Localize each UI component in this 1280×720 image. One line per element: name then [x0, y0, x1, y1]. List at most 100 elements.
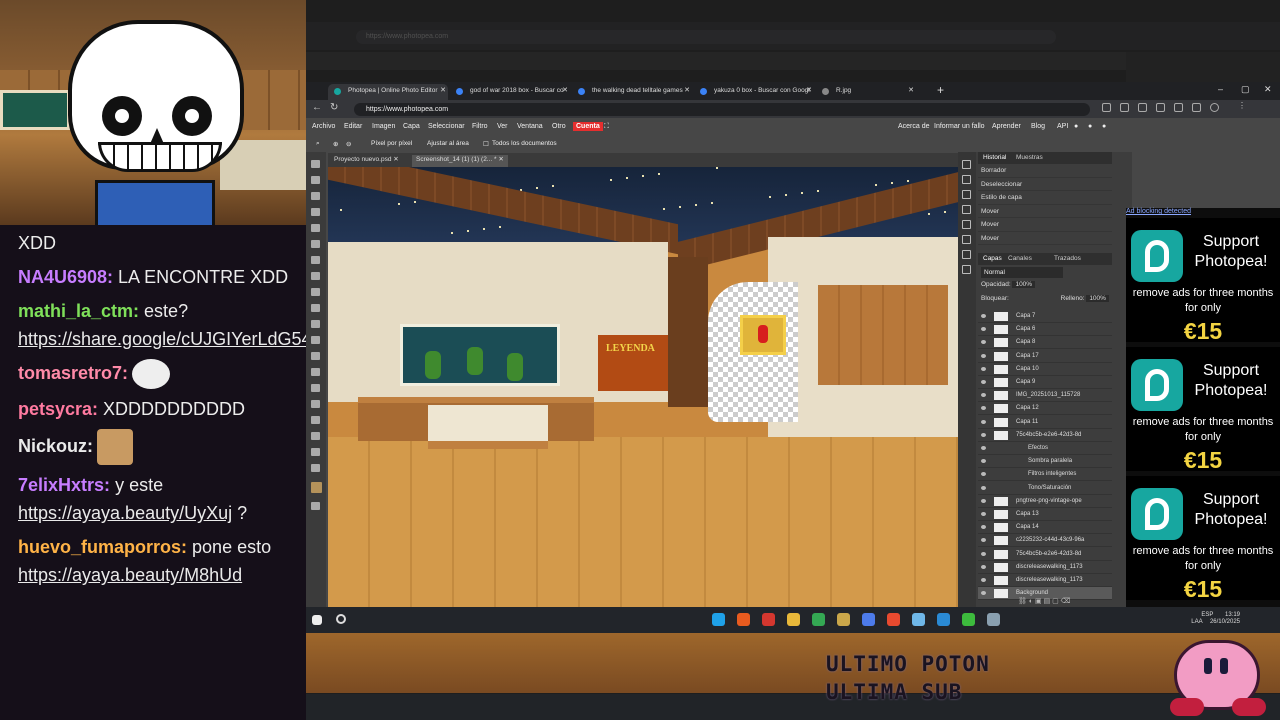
chat-username[interactable]: Nickouz: — [18, 436, 93, 456]
dodge-tool-icon[interactable] — [311, 368, 320, 376]
eye-icon[interactable] — [981, 498, 986, 503]
windows-start-icon[interactable] — [312, 615, 322, 625]
chat-username[interactable]: petsycra: — [18, 399, 98, 419]
menu-right-3[interactable]: Blog — [1031, 123, 1045, 130]
blend-mode-select[interactable]: Normal — [981, 267, 1063, 278]
extension-icon[interactable] — [1174, 103, 1183, 112]
history-item[interactable]: Deseleccionar — [978, 178, 1112, 191]
browser-tab[interactable]: yakuza 0 box - Buscar con Googl ✕ — [694, 84, 814, 100]
eye-icon[interactable] — [981, 485, 986, 490]
pixel-by-pixel-button[interactable]: Píxel por píxel — [371, 140, 412, 147]
menu-otro[interactable]: Otro — [552, 123, 566, 130]
extension-icon[interactable] — [1138, 103, 1147, 112]
eraser-tool-icon[interactable] — [311, 320, 320, 328]
eye-icon[interactable] — [981, 551, 986, 556]
css-icon[interactable] — [962, 250, 971, 259]
crop-tool-icon[interactable] — [311, 224, 320, 232]
info-icon[interactable] — [962, 160, 971, 169]
layer-row[interactable]: Capa 9 — [978, 376, 1112, 389]
eye-icon[interactable] — [981, 419, 986, 424]
history-item[interactable]: Borrador — [978, 164, 1112, 178]
menu-cuenta[interactable]: Cuenta — [573, 122, 603, 131]
quick-mask-icon[interactable] — [311, 502, 320, 510]
file-explorer-icon[interactable] — [812, 613, 825, 626]
extension-icon[interactable] — [1156, 103, 1165, 112]
history-panel-icon[interactable] — [962, 175, 971, 184]
tab-canales[interactable]: Canales — [1008, 255, 1032, 262]
path-select-icon[interactable] — [311, 416, 320, 424]
layer-row[interactable]: Capa 7 — [978, 310, 1112, 323]
eye-icon[interactable] — [981, 459, 986, 464]
menu-seleccionar[interactable]: Seleccionar — [428, 123, 465, 130]
menu-capa[interactable]: Capa — [403, 123, 420, 130]
brave-icon[interactable] — [887, 613, 900, 626]
new-tab-button[interactable]: + — [937, 83, 944, 97]
pen-tool-icon[interactable] — [311, 384, 320, 392]
ad-banner[interactable]: Support Photopea! remove ads for three mo… — [1126, 347, 1280, 473]
menu-imagen[interactable]: Imagen — [372, 123, 395, 130]
tab-close-icon[interactable]: ✕ — [806, 84, 812, 98]
menu-right-4[interactable]: API — [1057, 123, 1068, 130]
history-item[interactable]: Mover — [978, 205, 1112, 218]
layer-row[interactable]: discreleasewalking_1173 — [978, 574, 1112, 587]
menu-right-1[interactable]: Informar un fallo — [934, 123, 985, 130]
eye-icon[interactable] — [981, 393, 986, 398]
eye-icon[interactable] — [981, 512, 986, 516]
history-item[interactable]: Estilo de capa — [978, 191, 1112, 205]
fill-input[interactable]: 100% — [1086, 295, 1109, 302]
hand-tool-icon[interactable] — [311, 448, 320, 456]
eye-icon[interactable] — [981, 366, 986, 371]
eye-icon[interactable] — [981, 353, 986, 358]
reddit-icon[interactable]: ● — [1074, 123, 1078, 130]
eye-icon[interactable] — [981, 578, 986, 582]
browser-tab[interactable]: Photopea | Online Photo Editor ✕ — [328, 84, 448, 100]
zoom-tool-icon[interactable] — [311, 464, 320, 472]
eyedropper-icon[interactable] — [311, 240, 320, 248]
chrome-icon[interactable] — [837, 613, 850, 626]
foreground-color-swatch[interactable] — [311, 482, 322, 493]
extension-icon[interactable] — [1192, 103, 1201, 112]
twitter-icon[interactable]: ● — [1088, 123, 1092, 130]
edge-icon[interactable] — [712, 613, 725, 626]
eye-icon[interactable] — [981, 432, 986, 437]
gradient-tool-icon[interactable] — [311, 336, 320, 344]
eye-icon[interactable] — [981, 327, 986, 332]
menu-filtro[interactable]: Filtro — [472, 123, 488, 130]
character-icon[interactable] — [962, 220, 971, 229]
fullscreen-icon[interactable]: ⛶ — [604, 123, 609, 131]
extension-icon[interactable] — [1102, 103, 1111, 112]
layer-row[interactable]: Efectos — [978, 442, 1112, 455]
chat-link[interactable]: https://ayaya.beauty/M8hUd — [18, 565, 242, 585]
chat-link[interactable]: https://ayaya.beauty/UyXuj — [18, 503, 232, 523]
eye-icon[interactable] — [981, 591, 986, 596]
layer-row[interactable]: Capa 17 — [978, 350, 1112, 363]
layer-row[interactable]: IMG_20251013_115728 — [978, 389, 1112, 403]
ad-banner[interactable]: Support Photopea! remove ads for three mo… — [1126, 218, 1280, 344]
layer-row[interactable]: Tono/Saturación — [978, 482, 1112, 495]
layer-row[interactable]: 75c4bc5b-e2e6-42d3-8d — [978, 548, 1112, 561]
chrome-icon[interactable] — [787, 613, 800, 626]
reload-icon[interactable]: ↻ — [330, 102, 338, 113]
eye-icon[interactable] — [981, 472, 986, 477]
layer-row[interactable]: Capa 10 — [978, 363, 1112, 376]
layer-row[interactable]: Filtros inteligentes — [978, 468, 1112, 482]
chat-username[interactable]: NA4U6908: — [18, 267, 113, 287]
layer-row[interactable]: Capa 14 — [978, 521, 1112, 535]
menu-right-0[interactable]: Acerca de — [898, 123, 930, 130]
clone-stamp-icon[interactable] — [311, 288, 320, 296]
menu-right-2[interactable]: Aprender — [992, 123, 1021, 130]
tab-close-icon[interactable]: ✕ — [684, 84, 690, 98]
tab-close-icon[interactable]: ✕ — [562, 84, 568, 98]
tab-close-icon[interactable]: ✕ — [391, 156, 398, 163]
tab-muestras[interactable]: Muestras — [1016, 154, 1043, 161]
tab-close-icon[interactable]: ✕ — [440, 84, 446, 98]
eye-icon[interactable] — [981, 564, 986, 569]
bookmark-icon[interactable] — [1120, 103, 1129, 112]
blur-tool-icon[interactable] — [311, 352, 320, 360]
app-icon[interactable] — [912, 613, 925, 626]
layer-row[interactable]: 75c4bc5b-e2e6-42d3-8d — [978, 429, 1112, 442]
app-icon[interactable] — [987, 613, 1000, 626]
browser-tab[interactable]: the walking dead telltale games ✕ — [572, 84, 692, 100]
layer-row[interactable]: Capa 12 — [978, 402, 1112, 416]
facebook-icon[interactable]: ● — [1102, 123, 1106, 130]
